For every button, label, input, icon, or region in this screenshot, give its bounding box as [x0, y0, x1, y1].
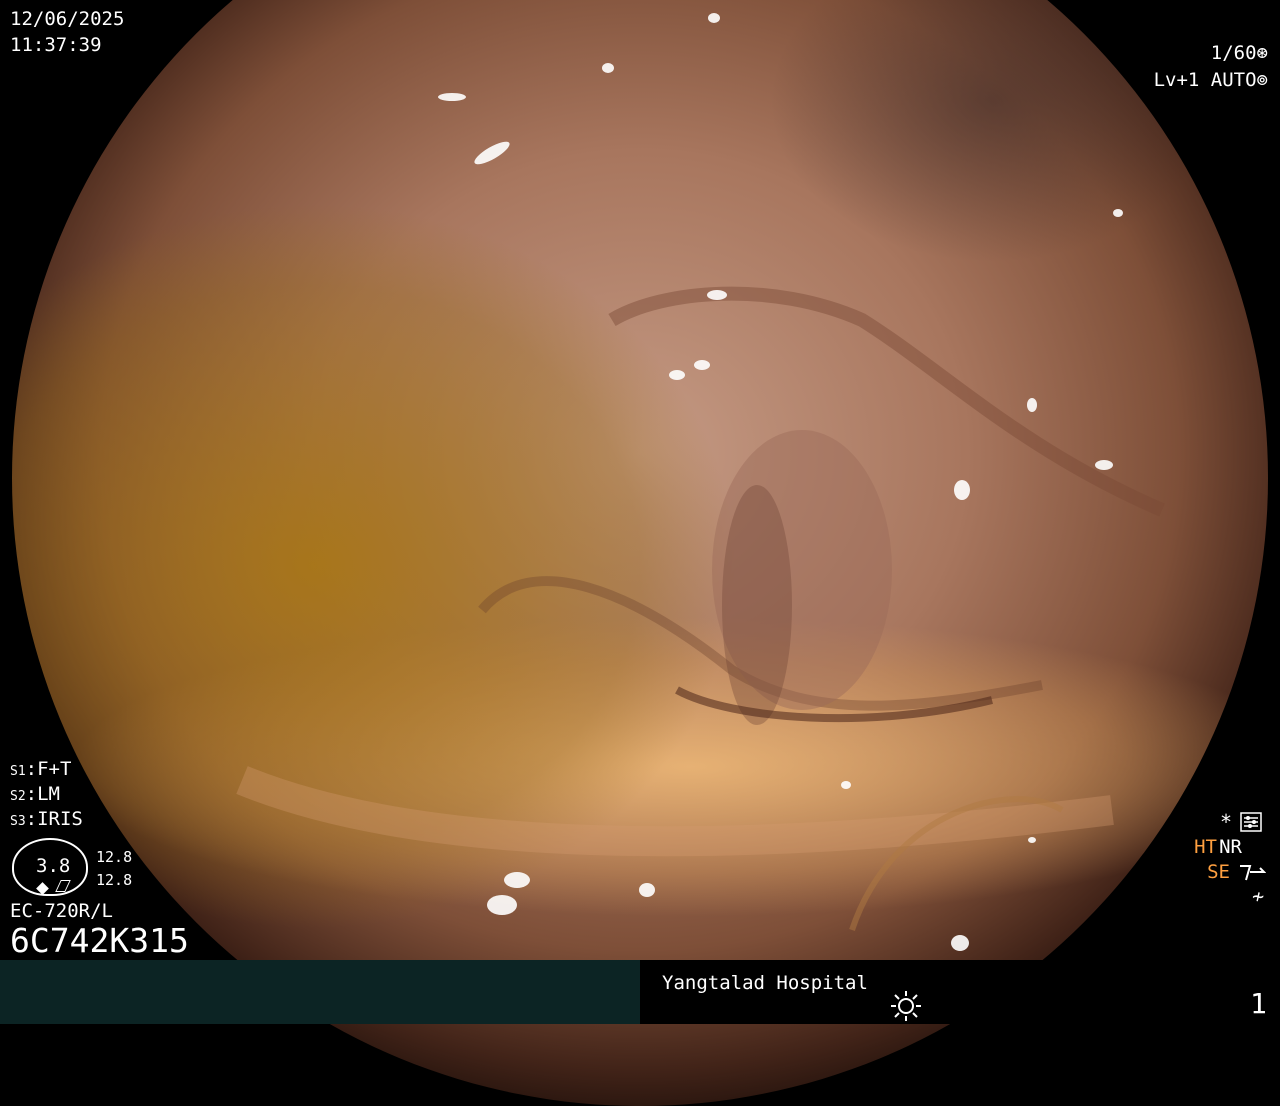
gauge-reading-2: 12.8	[96, 871, 133, 889]
indicator-se: SE	[1207, 861, 1230, 883]
sun-icon	[891, 991, 921, 1021]
endoscope-view	[12, 0, 1268, 1106]
aperture-icon: ⊛	[1256, 42, 1268, 64]
indicator-nr: NR	[1219, 836, 1242, 858]
indicator-star: *	[1219, 810, 1232, 834]
footer-left-bar	[0, 960, 640, 1024]
scope-model: EC-720R/L	[10, 900, 113, 922]
structure-enhance-icon	[1240, 865, 1266, 881]
indicator-lightning: ≁	[1251, 884, 1264, 908]
scope-gauge: 3.8	[12, 838, 88, 896]
indicator-ht: HT	[1194, 836, 1217, 858]
shutter-value: 1/60	[1210, 42, 1257, 64]
setting-s2: S2:LM	[10, 783, 60, 805]
time-readout: 11:37:39	[10, 34, 102, 56]
settings-panel-icon	[1240, 812, 1262, 832]
shutter-readout: 1/60⊛	[1211, 44, 1268, 63]
image-number: 1	[1250, 987, 1267, 1020]
brightness-level: Lv+1 AUTO⊚	[1154, 71, 1268, 90]
setting-s3: S3:IRIS	[10, 808, 83, 830]
scope-serial: 6C742K315	[10, 921, 189, 960]
gauge-value: 3.8	[36, 855, 71, 877]
gauge-reading-1: 12.8	[96, 848, 133, 866]
mucosa-folds	[236, 13, 1165, 951]
level-value: Lv+1 AUTO	[1153, 69, 1257, 91]
date-readout: 12/06/2025	[10, 8, 125, 30]
hospital-name: Yangtalad Hospital	[662, 972, 868, 994]
setting-s1: S1:F+T	[10, 758, 72, 780]
iris-icon: ⊚	[1256, 69, 1268, 91]
